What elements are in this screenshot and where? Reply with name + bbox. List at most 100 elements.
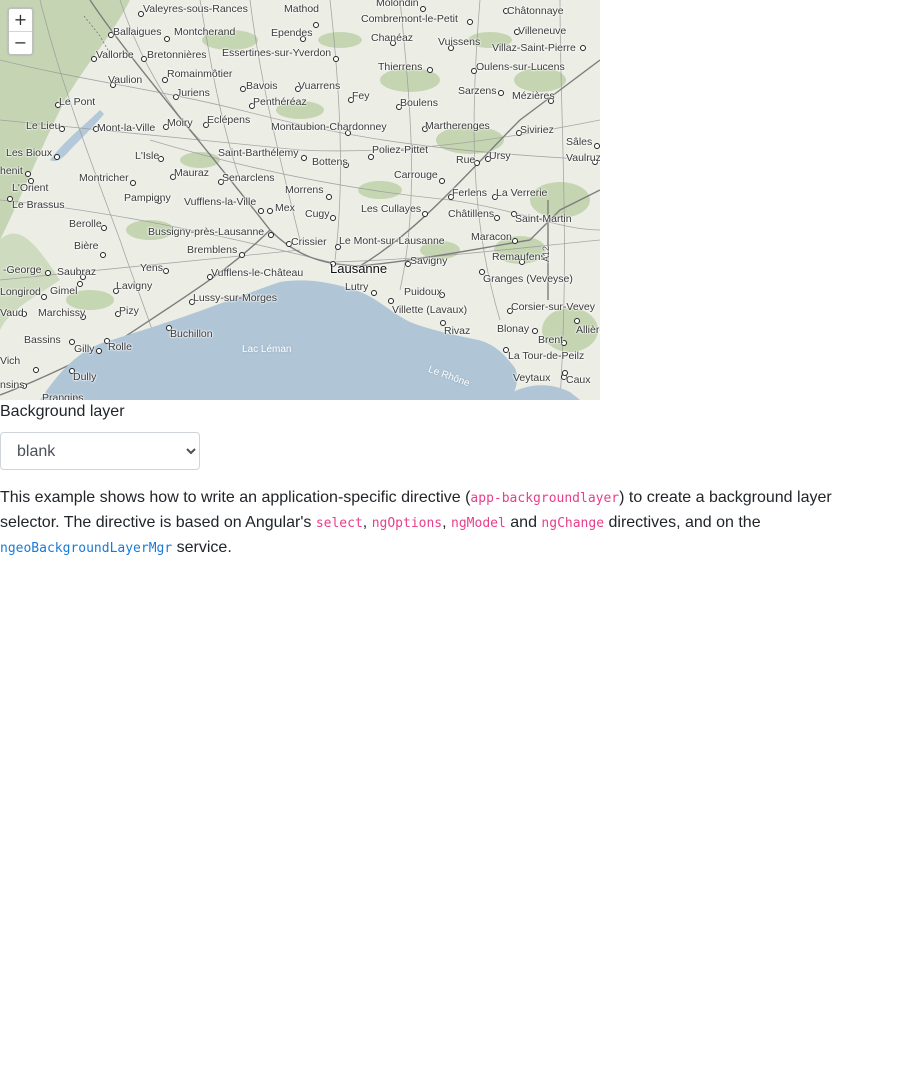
place-label: Granges (Veveyse) [483,273,573,285]
place-label: Blonay [497,323,530,335]
place-label: La Verrerie [496,187,548,199]
place-label: Caux [566,374,591,386]
place-label: Lussy-sur-Morges [193,292,278,304]
place-label: Morrens [285,184,324,196]
place-label: Buchillon [170,328,213,340]
place-label: Lavigny [116,280,153,292]
place-dot [96,348,102,354]
place-dot [326,194,332,200]
description-paragraph: This example shows how to write an appli… [0,486,890,561]
place-label: Veytaux [513,372,551,384]
background-layer-select[interactable]: blank [0,432,200,470]
place-dot [25,171,31,177]
place-dot [427,67,433,73]
place-label: Vaulruz [566,152,600,164]
place-label: Gilly [74,343,95,355]
place-label: Chanéaz [371,32,414,44]
place-label: Lausanne [330,261,388,276]
place-label: Fey [352,90,370,102]
place-label: Maracon [471,231,512,243]
place-label: Combremont-le-Petit [361,13,458,25]
place-label: Siviriez [520,124,554,136]
place-dot [33,367,39,373]
place-label: Crissier [291,236,327,248]
place-label: Saint-Barthélemy [218,147,299,159]
place-label: La Tour-de-Peilz [508,350,585,362]
place-label: Corsier-sur-Vevey [511,301,596,313]
place-label: Bassins [24,334,61,346]
place-label: Gimel [50,285,78,297]
place-label: Vich [0,355,21,367]
place-label: L'Isle [135,150,160,162]
place-label: Vaud [0,307,24,319]
place-label: Bretonnières [147,49,207,61]
service-link[interactable]: ngeoBackgroundLayerMgr [0,539,172,556]
place-label: Mauraz [174,167,210,179]
place-label: Rue [456,154,476,166]
place-dot [77,281,83,287]
place-label: Villaz-Saint-Pierre [492,42,576,54]
place-label: Le Mont-sur-Lausanne [339,235,445,247]
place-label: -George [3,264,42,276]
place-label: Montaubion-Chardonney [271,121,387,133]
place-label: Oulens-sur-Lucens [476,61,565,73]
place-label: Lutry [345,281,369,293]
place-label: Molondin [376,0,419,9]
place-dot [594,143,600,149]
place-dot [467,19,473,25]
place-label: Mont-la-Ville [97,122,156,134]
service-code: ngeoBackgroundLayerMgr [0,541,173,556]
place-label: Ferlens [452,187,488,199]
select-code: select [315,516,363,531]
place-label: Vufflens-la-Ville [184,196,257,208]
place-label: Les Cullayes [361,203,422,215]
place-dot [512,238,518,244]
place-label: Brent [538,334,564,346]
place-dot [54,154,60,160]
place-dot [41,294,47,300]
zoom-in-button[interactable]: + [9,9,32,31]
place-dot [422,211,428,217]
place-label: Allière [576,324,600,336]
place-label: Vaulion [108,74,143,86]
description-text: , [442,514,452,531]
place-label: Saint-Martin [515,213,572,225]
place-label: Boulens [400,97,438,109]
place-label: Carrouge [394,169,438,181]
place-label: Vuarrens [298,80,341,92]
place-dot [130,180,136,186]
place-label: Cugy [305,208,330,220]
zoom-control: + − [8,8,33,55]
place-label: Bavois [246,80,278,92]
description-text: directives, and on the [604,514,761,531]
description-text: service. [172,539,232,556]
place-label: Bremblens [187,244,238,256]
place-label: Juriens [176,87,210,99]
place-label: Thierrens [378,61,423,73]
place-label: Ursy [489,150,511,162]
place-label: Marchissy [38,307,86,319]
place-dot [45,270,51,276]
place-label: Valeyres-sous-Rances [143,3,248,15]
map-viewport[interactable]: Valeyres-sous-Rances Mathod Molondin Châton… [0,0,600,400]
place-label: Pizy [119,305,139,317]
place-dot [420,6,426,12]
place-label: Rivaz [444,325,471,337]
place-label: Moiry [167,117,193,129]
background-layer-label: Background layer [0,403,125,420]
place-dot [301,155,307,161]
place-label: Prangins [42,392,84,400]
directive-code: app-backgroundlayer [470,491,620,506]
place-label: Essertines-sur-Yverdon [222,47,332,59]
place-label: henit [0,165,23,177]
place-dot [498,90,504,96]
place-label: Le Pont [59,96,96,108]
map-tiles [0,0,600,400]
place-label: Vufflens-le-Château [211,267,304,279]
place-dot [163,268,169,274]
place-label: Le Brassus [12,199,65,211]
zoom-out-button[interactable]: − [9,31,32,54]
place-label: Dully [73,371,97,383]
place-label: Sarzens [458,85,497,97]
ngchange-code: ngChange [541,516,605,531]
